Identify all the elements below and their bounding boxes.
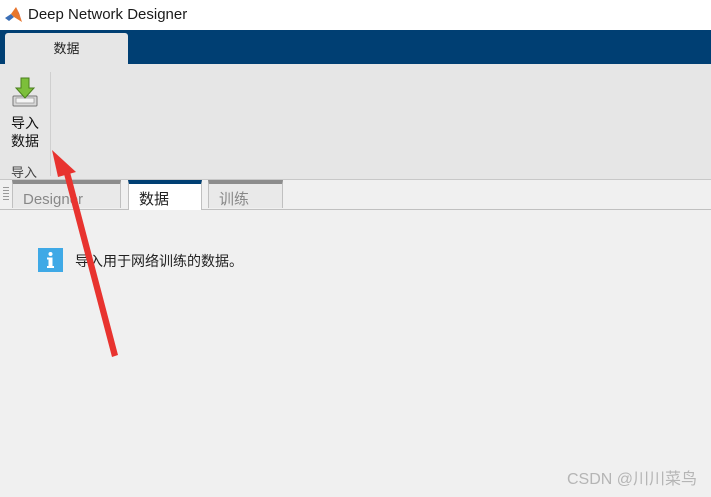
data-panel: 导入用于网络训练的数据。 [0, 210, 711, 497]
watermark: CSDN @川川菜鸟 [566, 471, 697, 488]
import-data-button[interactable]: 导入 数据 [2, 72, 48, 158]
document-tab-bar: Designer 数据 训练 [0, 180, 711, 210]
info-icon [38, 248, 63, 272]
window-title: Deep Network Designer [28, 6, 188, 23]
title-bar: Deep Network Designer [0, 0, 711, 30]
ribbon-tab-strip: 数据 [0, 30, 711, 64]
tab-data[interactable]: 数据 [128, 180, 202, 210]
import-data-icon [12, 77, 38, 107]
matlab-logo-icon [5, 7, 22, 22]
drag-grip-icon[interactable] [3, 187, 9, 201]
toolstrip: 导入 数据 导入 [0, 64, 711, 180]
import-data-label-line2: 数据 [11, 133, 39, 149]
import-data-label-line1: 导入 [11, 115, 39, 131]
tab-designer[interactable]: Designer [12, 180, 121, 208]
import-group-label: 导入 [11, 165, 38, 180]
info-message: 导入用于网络训练的数据。 [75, 253, 243, 269]
ribbon-tab-data[interactable]: 数据 [5, 33, 128, 64]
group-separator [50, 72, 51, 176]
tab-training[interactable]: 训练 [208, 180, 283, 208]
